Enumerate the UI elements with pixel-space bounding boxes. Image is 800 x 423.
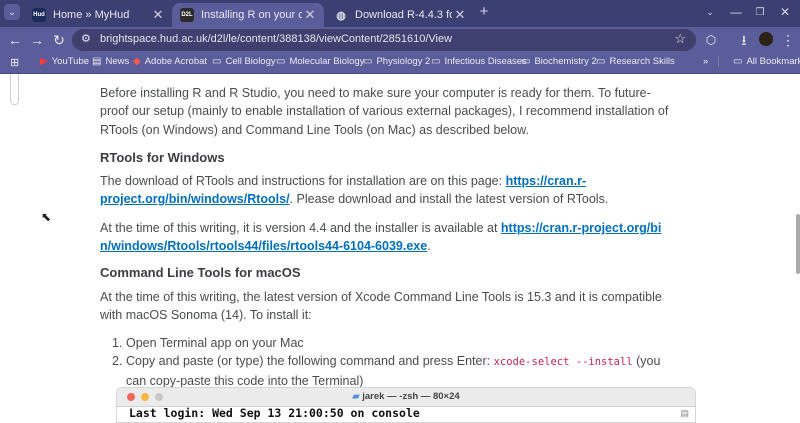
rtools-paragraph-1: The download of RTools and instructions … [100, 174, 609, 207]
terminal-titlebar: ▰ jarek — -zsh — 80×24 ▤ [117, 388, 695, 418]
site-info-icon[interactable]: ⚙ [81, 32, 91, 45]
tab-download-r[interactable]: ◍ Download R-4.4.3 for Windows ✕ [326, 3, 474, 27]
intro-paragraph: Before installing R and R Studio, you ne… [100, 86, 669, 137]
clt-heading: Command Line Tools for macOS [100, 265, 301, 280]
terminal-title: ▰ jarek — -zsh — 80×24 [352, 391, 460, 402]
menu-icon[interactable]: ⋮ [779, 31, 797, 49]
news-icon: ▤ [92, 56, 102, 67]
address-bar[interactable]: ⚙ brightspace.hud.ac.uk/d2l/le/content/3… [72, 29, 696, 51]
folder-icon: ▭ [363, 56, 373, 67]
bookmark-research-skills[interactable]: ▭ Research Skills [596, 56, 675, 67]
bookmarks-bar: ⊞ ▶ YouTube ▤ News ◆ Adobe Acrobat ▭ Cell Bi… [0, 53, 800, 74]
youtube-icon: ▶ [40, 56, 48, 67]
reload-icon[interactable]: ↻ [50, 31, 68, 49]
myhud-favicon-icon: Hud [32, 8, 46, 22]
bookmark-infectious-diseases[interactable]: ▭ Infectious Diseases [431, 56, 527, 67]
close-window-button[interactable]: ✕ [775, 5, 795, 19]
globe-icon: ◍ [336, 9, 346, 22]
folder-icon: ▭ [596, 56, 606, 67]
clt-paragraph: At the time of this writing, the latest … [100, 290, 662, 323]
close-tab-icon[interactable]: ✕ [302, 7, 318, 23]
folder-icon: ▭ [212, 56, 222, 67]
d2l-favicon-icon: D2L [180, 8, 194, 22]
bookmark-biochemistry-2[interactable]: ▭ Biochemistry 2 [521, 56, 597, 67]
tab-list-icon[interactable]: ⌄ [700, 7, 720, 18]
more-bookmarks-icon[interactable]: » [703, 56, 708, 67]
forward-arrow-icon[interactable]: → [28, 31, 46, 49]
rtools-heading: RTools for Windows [100, 150, 225, 165]
close-tab-icon[interactable]: ✕ [452, 7, 468, 23]
tab-title: Download R-4.4.3 for Windows [355, 9, 452, 21]
bookmark-star-icon[interactable]: ☆ [674, 31, 686, 47]
bookmark-cell-biology[interactable]: ▭ Cell Biology [212, 56, 276, 67]
list-item: 2. Copy and paste (or type) the followin… [112, 354, 661, 388]
tab-search-button[interactable]: ⌄ [4, 4, 20, 20]
steps-list: 1. Open Terminal app on your Mac 2. Copy… [112, 334, 672, 390]
tab-myhud[interactable]: Hud Home » MyHud ✕ [24, 3, 172, 27]
tab-title: Installing R on your computer [201, 9, 302, 21]
minimize-button[interactable]: — [726, 5, 746, 19]
terminal-line: Last login: Wed Sep 13 21:00:50 on conso… [129, 406, 420, 420]
tab-title: Home » MyHud [53, 9, 130, 21]
folder-icon: ▭ [521, 56, 531, 67]
acrobat-icon: ◆ [133, 56, 141, 67]
terminal-screenshot: ▰ jarek — -zsh — 80×24 ▤ Last login: Wed… [116, 387, 696, 423]
close-tab-icon[interactable]: ✕ [150, 7, 166, 23]
download-icon[interactable]: ⭳ [735, 31, 753, 49]
cursor-icon: ⬉ [41, 210, 52, 224]
bookmark-adobe-acrobat[interactable]: ◆ Adobe Acrobat [133, 56, 207, 67]
maximize-button[interactable]: ❐ [750, 7, 770, 18]
bookmark-news[interactable]: ▤ News [92, 56, 129, 67]
scrollbar-thumb[interactable] [796, 214, 800, 274]
new-tab-button[interactable]: + [474, 3, 494, 20]
rtools-paragraph-2: At the time of this writing, it is versi… [100, 221, 662, 254]
tab-installing-r[interactable]: D2L Installing R on your computer ✕ [172, 3, 324, 27]
bookmark-molecular-biology[interactable]: ▭ Molecular Biology [276, 56, 364, 67]
bookmark-physiology-2[interactable]: ▭ Physiology 2 [363, 56, 430, 67]
avatar[interactable] [759, 32, 773, 46]
back-arrow-icon[interactable]: ← [6, 31, 24, 49]
folder-icon: ▭ [276, 56, 286, 67]
terminal-scroll-icon: ▤ [680, 408, 689, 418]
bookmark-youtube[interactable]: ▶ YouTube [40, 56, 89, 67]
folder-icon: ▭ [733, 56, 743, 67]
url-text[interactable]: brightspace.hud.ac.uk/d2l/le/content/388… [100, 33, 452, 45]
extensions-icon[interactable]: ⬡ [702, 31, 720, 49]
left-scroll-handle[interactable] [10, 74, 19, 105]
folder-icon: ▭ [431, 56, 441, 67]
all-bookmarks[interactable]: ▭All Bookmarks [718, 56, 800, 67]
tab-strip: ⌄ Hud Home » MyHud ✕ D2L Installing R on… [0, 0, 800, 27]
install-command-code[interactable]: xcode-select --install [494, 356, 633, 368]
list-item: 1. Open Terminal app on your Mac [112, 336, 304, 350]
home-folder-icon: ▰ [352, 391, 360, 402]
apps-grid-icon[interactable]: ⊞ [10, 56, 19, 69]
